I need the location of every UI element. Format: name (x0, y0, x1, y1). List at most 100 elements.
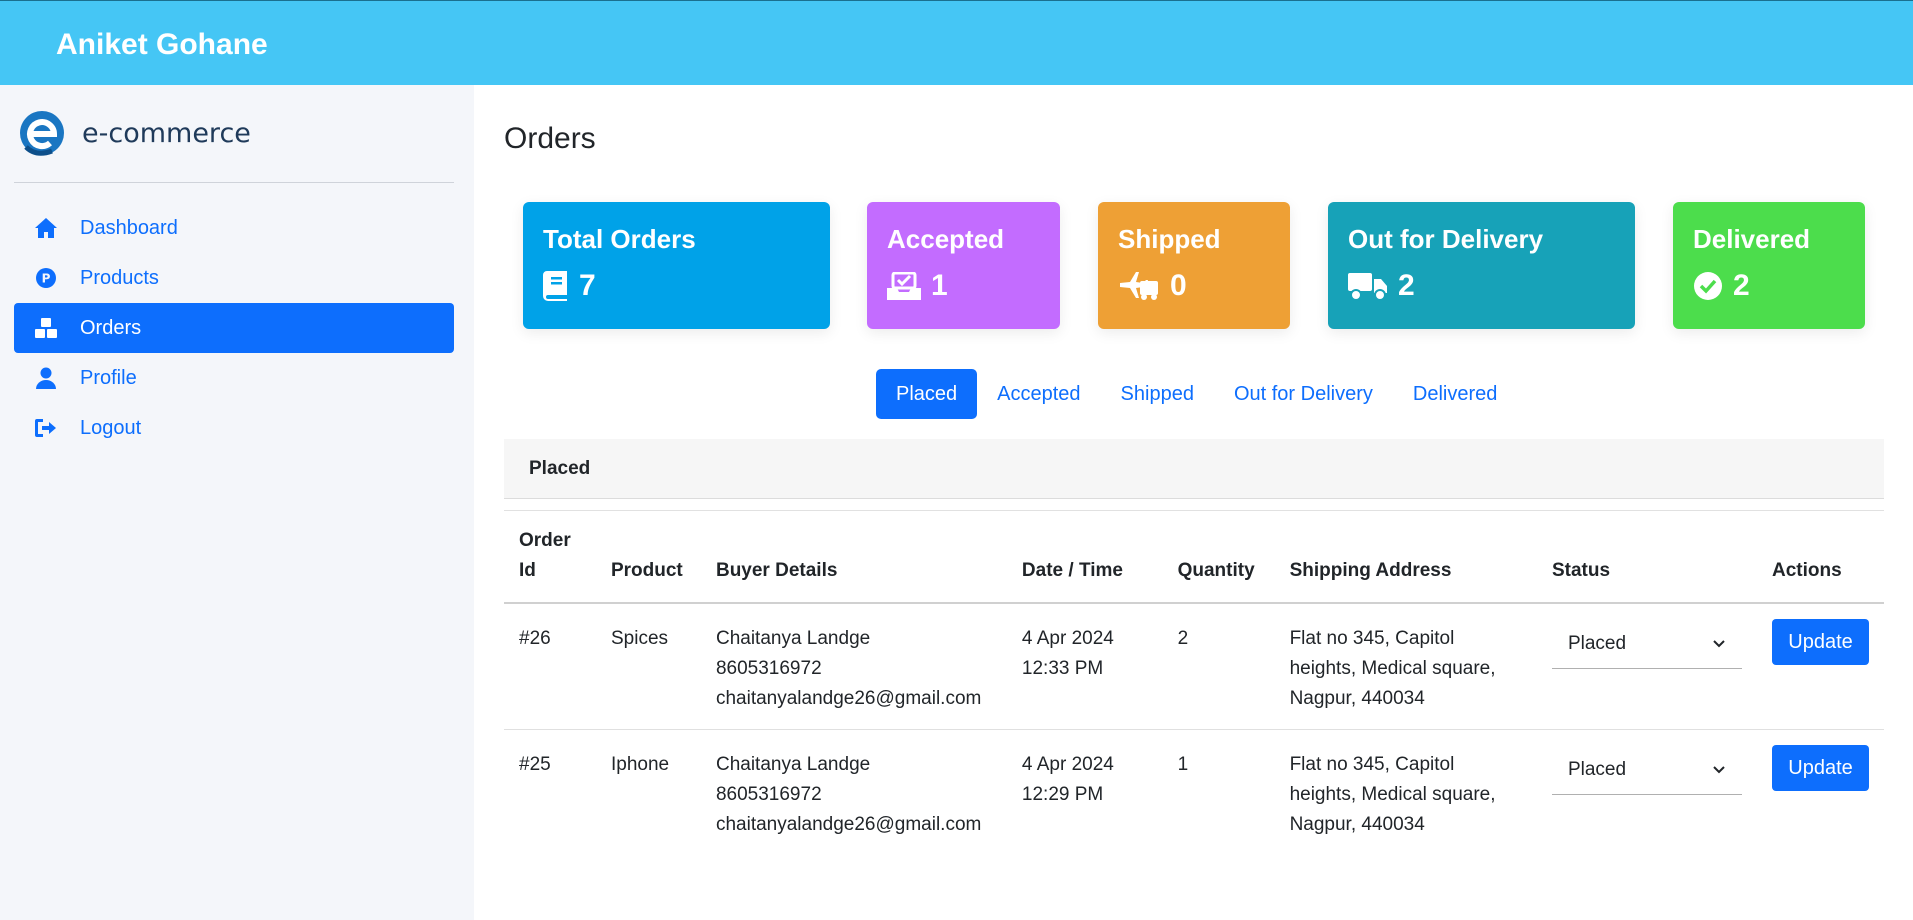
column-header-buyer-details: Buyer Details (700, 511, 1007, 604)
buyer-name: Chaitanya Landge (715, 754, 871, 775)
address-line: Nagpur, 440034 (1289, 814, 1425, 835)
main-content: Orders Total Orders 7 Accepted 1 Shipped… (474, 85, 1913, 920)
status-select[interactable]: Placed (1551, 745, 1742, 795)
stat-card-total-orders[interactable]: Total Orders 7 (523, 202, 830, 329)
tab-delivered[interactable]: Delivered (1393, 369, 1517, 419)
address-line: Flat no 345, Capitol (1289, 628, 1455, 649)
stat-card-title: Out for Delivery (1348, 224, 1544, 254)
boxes-icon (32, 316, 60, 340)
quantity-cell: 2 (1162, 603, 1275, 730)
stat-card-value: 2 (1733, 269, 1750, 302)
stat-card-title: Accepted (887, 224, 1005, 254)
stat-card-value: 2 (1398, 269, 1415, 302)
check-circle-icon (1694, 272, 1722, 300)
buyer-phone: 8605316972 (715, 784, 822, 805)
actions-cell: Update (1757, 603, 1884, 730)
order-date: 4 Apr 2024 (1021, 754, 1114, 775)
stat-card-out-for-delivery[interactable]: Out for Delivery 2 (1328, 202, 1635, 329)
column-header-product: Product (595, 511, 701, 604)
quantity-cell: 1 (1177, 754, 1189, 775)
address-line: Flat no 345, Capitol (1289, 754, 1455, 775)
e-logo-icon (20, 111, 64, 156)
stat-card-title: Shipped (1118, 224, 1221, 254)
buyer-details-cell: Chaitanya Landge 8605316972 chaitanyalan… (700, 603, 1007, 730)
logo[interactable]: e-commerce (18, 107, 251, 159)
chevron-down-icon (1713, 639, 1725, 647)
status-tabs: Placed Accepted Shipped Out for Delivery… (876, 369, 1517, 419)
buyer-details-cell: Chaitanya Landge 8605316972 chaitanyalan… (701, 730, 1007, 856)
section-title: Placed (529, 457, 591, 479)
status-select-value: Placed (1567, 758, 1627, 780)
column-header-order-id: Order Id (504, 511, 596, 604)
status-cell: Placed (1537, 730, 1757, 856)
table-header-row: Order Id Product Buyer Details Date / Ti… (504, 511, 1884, 604)
stat-card-value: 7 (579, 269, 596, 302)
sidebar: e-commerce Dashboard P Products Orders P (0, 85, 474, 920)
stat-card-value: 1 (931, 269, 948, 302)
brand-title[interactable]: Aniket Gohane (56, 28, 268, 62)
shipping-address-cell: Flat no 345, Capitol heights, Medical sq… (1275, 730, 1537, 856)
stat-card-delivered[interactable]: Delivered 2 (1673, 202, 1865, 329)
update-button[interactable]: Update (1772, 619, 1869, 665)
home-icon (32, 216, 60, 240)
svg-text:P: P (42, 272, 51, 286)
stat-card-title: Delivered (1693, 224, 1811, 254)
top-navbar: Aniket Gohane (0, 0, 1913, 85)
sidebar-item-dashboard[interactable]: Dashboard (14, 203, 454, 253)
buyer-email: chaitanyalandge26@gmail.com (715, 688, 982, 709)
stat-card-shipped[interactable]: Shipped 0 (1098, 202, 1290, 329)
plane-truck-icon (1120, 272, 1158, 300)
tab-accepted[interactable]: Accepted (977, 369, 1100, 419)
column-header-shipping-address: Shipping Address (1274, 511, 1537, 604)
order-time: 12:33 PM (1021, 658, 1104, 679)
status-select-value: Placed (1567, 632, 1627, 654)
sidebar-item-orders[interactable]: Orders (14, 303, 454, 353)
stat-card-accepted[interactable]: Accepted 1 (867, 202, 1060, 329)
table-row: #26 Spices Chaitanya Landge 8605316972 c… (504, 603, 1884, 730)
logo-text: e-commerce (82, 117, 251, 149)
order-id-cell: #26 (504, 603, 596, 730)
shipping-address-cell: Flat no 345, Capitol heights, Medical sq… (1274, 603, 1537, 730)
buyer-phone: 8605316972 (715, 658, 822, 679)
truck-icon (1348, 273, 1387, 301)
chevron-down-icon (1713, 765, 1725, 773)
sidebar-item-label: Logout (80, 416, 142, 439)
sidebar-item-profile[interactable]: Profile (14, 353, 454, 403)
product-icon: P (32, 266, 60, 290)
address-line: Nagpur, 440034 (1289, 688, 1425, 709)
inbox-check-icon (887, 272, 921, 300)
sidebar-nav: Dashboard P Products Orders Profile Logo… (14, 203, 454, 453)
actions-cell: Update (1757, 730, 1884, 856)
stat-card-title: Total Orders (543, 224, 696, 254)
user-icon (32, 366, 60, 390)
sidebar-item-products[interactable]: P Products (14, 253, 454, 303)
product-cell: Iphone (610, 754, 670, 775)
order-id-cell: #25 (519, 754, 551, 775)
tab-placed[interactable]: Placed (876, 369, 978, 419)
sidebar-item-label: Dashboard (80, 216, 178, 239)
sidebar-divider (14, 182, 454, 183)
buyer-email: chaitanyalandge26@gmail.com (715, 814, 982, 835)
table-row: #25 Iphone Chaitanya Landge 8605316972 c… (504, 730, 1884, 856)
update-button[interactable]: Update (1772, 745, 1869, 791)
sidebar-item-logout[interactable]: Logout (14, 403, 454, 453)
page-title: Orders (504, 122, 596, 155)
order-time: 12:29 PM (1021, 784, 1104, 805)
logout-icon (32, 416, 60, 440)
order-date: 4 Apr 2024 (1021, 628, 1114, 649)
section-header: Placed (504, 439, 1884, 499)
address-line: heights, Medical square, (1289, 784, 1496, 805)
tab-out-for-delivery[interactable]: Out for Delivery (1214, 369, 1393, 419)
buyer-name: Chaitanya Landge (715, 628, 871, 649)
date-time-cell: 4 Apr 2024 12:29 PM (1007, 730, 1163, 856)
status-select[interactable]: Placed (1551, 619, 1742, 669)
status-cell: Placed (1536, 603, 1757, 730)
address-line: heights, Medical square, (1289, 658, 1496, 679)
column-header-actions: Actions (1757, 511, 1884, 604)
product-cell: Spices (595, 603, 701, 730)
column-header-quantity: Quantity (1162, 511, 1275, 604)
column-header-date-time: Date / Time (1006, 511, 1163, 604)
stat-card-value: 0 (1170, 269, 1187, 302)
column-header-status: Status (1536, 511, 1757, 604)
tab-shipped[interactable]: Shipped (1101, 369, 1214, 419)
